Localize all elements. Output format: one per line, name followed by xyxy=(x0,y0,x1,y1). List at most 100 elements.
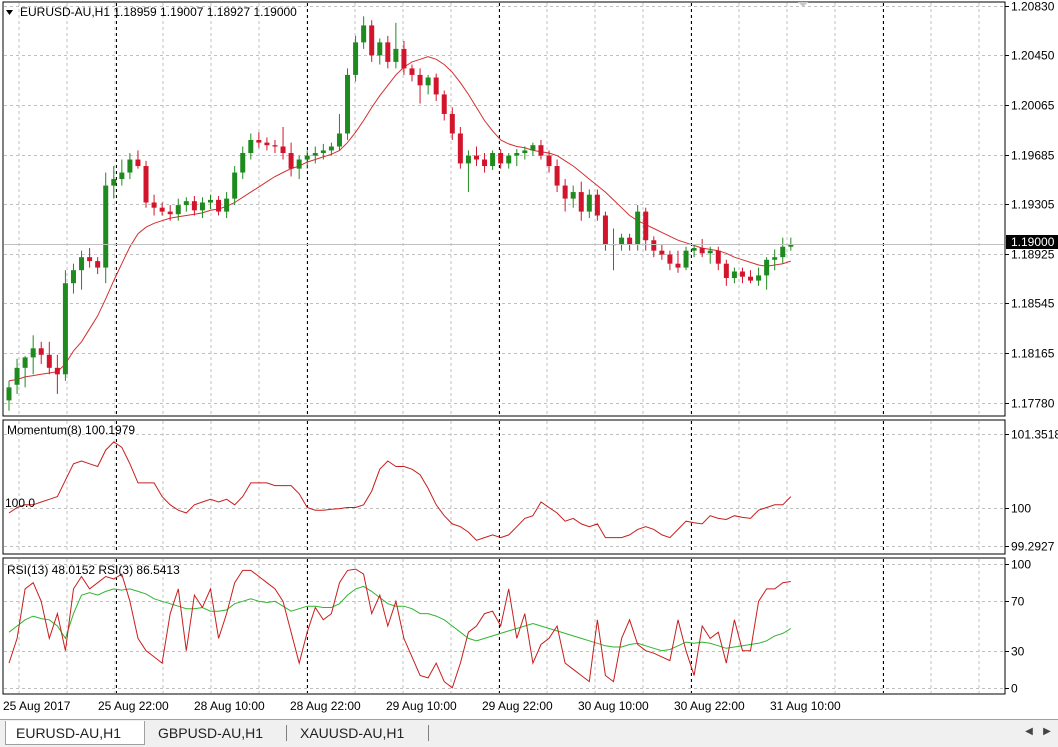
scroll-left-icon[interactable]: ◀ xyxy=(1021,724,1037,740)
candle-body xyxy=(554,166,560,186)
candle-body xyxy=(232,172,238,199)
candle-body xyxy=(240,153,246,173)
price-tick-label: 1.17780 xyxy=(1011,397,1055,411)
candle-body xyxy=(320,150,326,154)
candle-body xyxy=(6,387,12,401)
candle-body xyxy=(530,145,536,151)
candle-body xyxy=(22,357,28,368)
candle-body xyxy=(312,153,318,156)
candle-body xyxy=(433,77,439,95)
candle-body xyxy=(756,275,762,281)
candle-body xyxy=(336,133,342,147)
candle-body xyxy=(119,172,125,180)
x-tick-label: 25 Aug 2017 xyxy=(3,699,71,713)
candle-body xyxy=(46,354,52,368)
candle-body xyxy=(345,74,351,134)
x-tick-label: 29 Aug 22:00 xyxy=(482,699,553,713)
candle-body xyxy=(87,257,93,262)
candle-body xyxy=(95,261,101,268)
candle xyxy=(345,68,351,140)
candle-body xyxy=(627,237,633,245)
candle-body xyxy=(731,271,737,278)
momentum-title: Momentum(8) 100.1979 xyxy=(7,423,135,437)
candle-body xyxy=(304,155,310,160)
candle-body xyxy=(143,166,149,203)
candle-body xyxy=(224,198,230,212)
candle-body xyxy=(578,192,584,212)
candle-body xyxy=(159,207,165,212)
tab-eurusd[interactable]: EURUSD-AU,H1 xyxy=(5,721,145,745)
candle xyxy=(62,270,68,381)
candle-body xyxy=(739,271,745,277)
candle-body xyxy=(288,153,294,169)
candle-body xyxy=(167,211,173,215)
candle-body xyxy=(562,185,568,199)
candle-body xyxy=(473,155,479,160)
candle-body xyxy=(385,42,391,62)
candle-body xyxy=(191,201,197,211)
price-tick-label: 1.18925 xyxy=(1011,248,1055,262)
candle-body xyxy=(264,142,270,146)
candle-body xyxy=(208,199,213,203)
rsi-tick-label: 70 xyxy=(1011,595,1025,609)
rsi-tick-label: 30 xyxy=(1011,645,1025,659)
price-tick-label: 1.19685 xyxy=(1011,149,1055,163)
x-tick-label: 30 Aug 10:00 xyxy=(578,699,649,713)
candle-body xyxy=(328,146,334,151)
tab-separator xyxy=(428,725,429,741)
candle-body xyxy=(256,140,262,143)
candle xyxy=(143,160,149,208)
candle-body xyxy=(538,145,544,156)
price-tick-label: 1.18165 xyxy=(1011,347,1055,361)
candle-body xyxy=(619,237,625,245)
candle-body xyxy=(353,42,359,75)
candle-body xyxy=(30,348,36,358)
price-tick-label: 1.20450 xyxy=(1011,49,1055,63)
candle xyxy=(635,205,641,251)
momentum-tick-label: 100 xyxy=(1011,502,1031,516)
candle-body xyxy=(79,257,85,271)
symbol-header: EURUSD-AU,H1 1.18959 1.19007 1.18927 1.1… xyxy=(20,5,297,19)
tab-gbpusd[interactable]: GBPUSD-AU,H1 xyxy=(148,721,283,745)
candle-body xyxy=(490,153,496,167)
candle-body xyxy=(667,254,673,264)
x-tick-label: 28 Aug 22:00 xyxy=(290,699,361,713)
price-tick-label: 1.20065 xyxy=(1011,99,1055,113)
chart-area[interactable]: 1.20830 1.20450 1.20065 1.19685 1.19305 1.189… xyxy=(0,0,1058,719)
candle-body xyxy=(570,192,576,199)
candle-body xyxy=(272,145,278,147)
candle-body xyxy=(748,276,754,281)
candle-body xyxy=(482,159,488,167)
candle-body xyxy=(135,159,141,167)
candle-body xyxy=(361,25,367,43)
candle xyxy=(353,35,359,82)
rsi-tick-label: 100 xyxy=(1011,558,1031,572)
candle-body xyxy=(425,77,431,86)
candle-body xyxy=(175,205,181,215)
candle-body xyxy=(183,201,189,206)
candle-body xyxy=(691,248,697,251)
candle-body xyxy=(699,248,705,254)
candle-body xyxy=(417,74,423,86)
x-tick-label: 31 Aug 10:00 xyxy=(770,699,841,713)
price-tick-label: 1.18545 xyxy=(1011,297,1055,311)
current-price-label: 1.19000 xyxy=(1011,235,1055,249)
scroll-right-icon[interactable]: ▶ xyxy=(1039,724,1055,740)
candle-body xyxy=(449,113,455,134)
candle-body xyxy=(280,146,286,154)
candle-body xyxy=(216,199,222,212)
candle-body xyxy=(441,94,447,114)
candle-body xyxy=(38,348,44,355)
tab-xauusd[interactable]: XAUUSD-AU,H1 xyxy=(290,721,425,745)
candle-body xyxy=(248,140,254,154)
candle-body xyxy=(54,367,60,375)
candle-body xyxy=(683,250,689,268)
candle-body xyxy=(715,250,721,264)
rsi-tick-label: 0 xyxy=(1011,682,1018,696)
x-tick-label: 29 Aug 10:00 xyxy=(386,699,457,713)
candle-body xyxy=(498,153,504,164)
candle-body xyxy=(409,68,415,75)
price-tick-label: 1.19305 xyxy=(1011,198,1055,212)
momentum-tick-label: 101.3518 xyxy=(1011,428,1058,442)
x-tick-label: 28 Aug 10:00 xyxy=(194,699,265,713)
